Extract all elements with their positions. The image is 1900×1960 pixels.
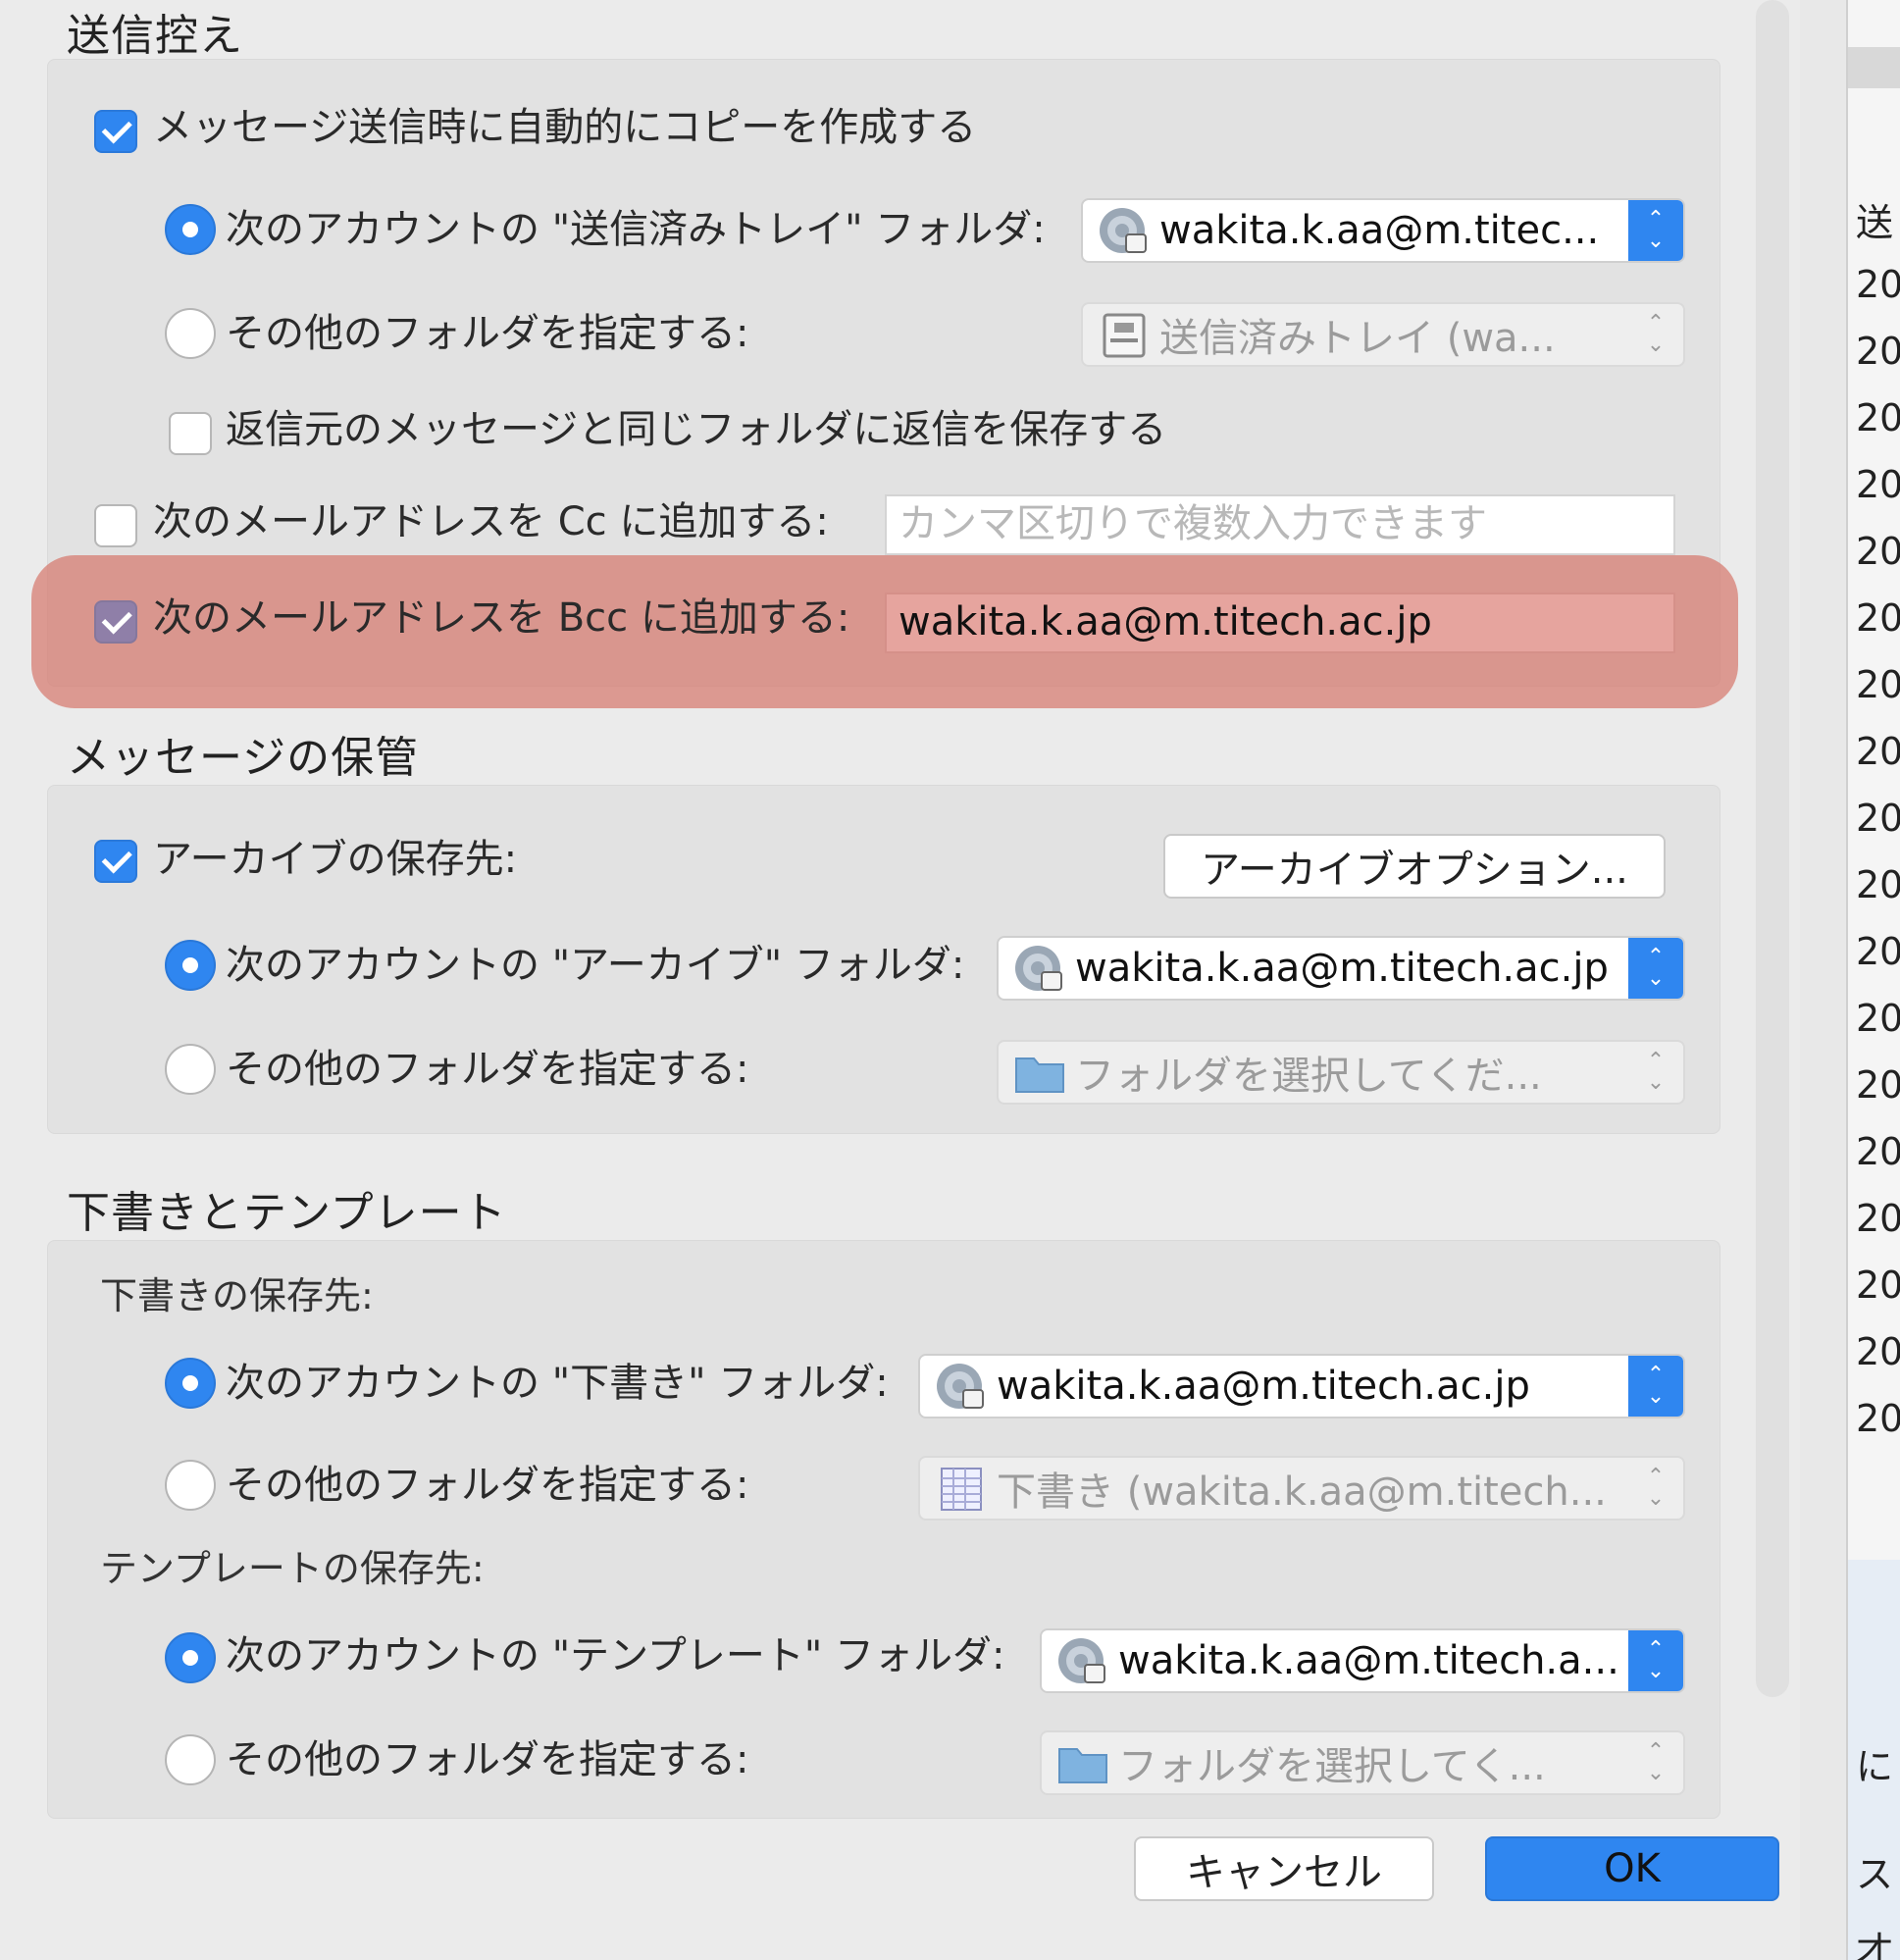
account-archive-popup[interactable]: wakita.k.aa@m.titech.ac.jp ⌃ ⌄ (997, 936, 1685, 1001)
other-archive-folder-value: フォルダを選択してくだ... (1075, 1054, 1542, 1099)
message-list-row[interactable]: 20 (1856, 263, 1900, 306)
account-templates-popup[interactable]: wakita.k.aa@m.titech.a... ⌃ ⌄ (1040, 1628, 1685, 1693)
account-archive-radio[interactable] (165, 940, 216, 991)
message-list-row[interactable]: 20 (1856, 596, 1900, 640)
account-templates-radio[interactable] (165, 1632, 216, 1683)
cc-address-field[interactable]: カンマ区切りで複数入力できます (885, 494, 1675, 555)
other-drafts-folder-label: その他のフォルダを指定する: (226, 1463, 749, 1508)
section-title-sent-copies: 送信控え (67, 11, 243, 61)
sent-tray-icon (1103, 313, 1146, 358)
account-archive-value: wakita.k.aa@m.titech.ac.jp (1075, 946, 1609, 991)
other-sent-folder-value: 送信済みトレイ (wa... (1159, 316, 1556, 361)
chevron-updown-icon: ⌃ ⌄ (1628, 1630, 1683, 1691)
chevron-updown-icon: ⌃ ⌄ (1628, 200, 1683, 261)
account-server-icon (1015, 946, 1062, 991)
archive-label: アーカイブの保存先: (153, 837, 518, 882)
message-list-row[interactable]: 20 (1856, 396, 1900, 439)
account-drafts-value: wakita.k.aa@m.titech.ac.jp (997, 1364, 1530, 1409)
other-templates-folder-value: フォルダを選択してく... (1118, 1744, 1546, 1789)
chevron-updown-icon: ⌃ ⌄ (1646, 1739, 1666, 1785)
section-title-archive: メッセージの保管 (67, 733, 420, 783)
other-archive-folder-label: その他のフォルダを指定する: (226, 1047, 749, 1092)
cc-checkbox[interactable] (94, 504, 137, 547)
message-list-row[interactable]: 20 (1856, 663, 1900, 706)
message-list-row[interactable]: 20 (1856, 463, 1900, 506)
other-sent-folder-popup[interactable]: 送信済みトレイ (wa... ⌃ ⌄ (1081, 302, 1685, 367)
preferences-sheet: 送信控え メッセージ送信時に自動的にコピーを作成する 次のアカウントの "送信済… (0, 0, 1800, 1960)
auto-copy-label: メッセージ送信時に自動的にコピーを作成する (153, 105, 977, 150)
other-drafts-folder-value: 下書き (wakita.k.aa@m.titech... (997, 1470, 1607, 1515)
account-server-icon (1058, 1638, 1105, 1683)
bcc-label: 次のメールアドレスを Bcc に追加する: (153, 595, 850, 641)
other-drafts-folder-radio[interactable] (165, 1460, 216, 1511)
other-sent-folder-radio[interactable] (165, 308, 216, 359)
section-title-drafts-templates: 下書きとテンプレート (67, 1188, 507, 1238)
bcc-checkbox[interactable] (94, 600, 137, 644)
ok-button[interactable]: OK (1485, 1836, 1779, 1901)
message-list-row[interactable]: 20 (1856, 1197, 1900, 1240)
message-list-row[interactable]: 20 (1856, 530, 1900, 573)
other-templates-folder-radio[interactable] (165, 1734, 216, 1785)
toolbar-strip (1848, 47, 1900, 88)
reply-same-folder-label: 返信元のメッセージと同じフォルダに返信を保存する (226, 407, 1167, 452)
message-list-row[interactable]: 20 (1856, 863, 1900, 906)
message-list-row[interactable]: 20 (1856, 997, 1900, 1040)
account-drafts-radio[interactable] (165, 1358, 216, 1409)
other-sent-folder-label: その他のフォルダを指定する: (226, 311, 749, 356)
preview-text-fragment: に (1856, 1745, 1894, 1788)
chevron-updown-icon: ⌃ ⌄ (1628, 1356, 1683, 1417)
chevron-updown-icon: ⌃ ⌄ (1646, 1465, 1666, 1511)
message-list-row[interactable]: 20 (1856, 1130, 1900, 1173)
other-archive-folder-radio[interactable] (165, 1044, 216, 1095)
background-mail-window: 送 20 20 20 20 20 20 20 20 20 20 20 20 20 20 20 20 20 20 に… (1846, 0, 1900, 1960)
cancel-button[interactable]: キャンセル (1134, 1836, 1434, 1901)
account-sent-label: 次のアカウントの "送信済みトレイ" フォルダ: (226, 207, 1046, 252)
archive-options-button[interactable]: アーカイブオプション... (1163, 834, 1666, 899)
reply-same-folder-checkbox[interactable] (169, 412, 212, 455)
other-archive-folder-popup[interactable]: フォルダを選択してくだ... ⌃ ⌄ (997, 1040, 1685, 1105)
chevron-updown-icon: ⌃ ⌄ (1646, 311, 1666, 357)
account-server-icon (937, 1364, 984, 1409)
account-server-icon (1100, 208, 1147, 253)
message-list-row[interactable]: 20 (1856, 1063, 1900, 1107)
account-sent-value: wakita.k.aa@m.titec... (1159, 208, 1600, 253)
account-templates-value: wakita.k.aa@m.titech.a... (1118, 1638, 1619, 1683)
other-templates-folder-label: その他のフォルダを指定する: (226, 1737, 749, 1782)
vertical-scrollbar[interactable] (1756, 0, 1789, 1697)
bcc-address-field[interactable]: wakita.k.aa@m.titech.ac.jp (885, 593, 1675, 653)
drafts-location-label: 下書きの保存先: (100, 1274, 374, 1317)
account-drafts-label: 次のアカウントの "下書き" フォルダ: (226, 1361, 889, 1406)
message-list-row[interactable]: 20 (1856, 730, 1900, 773)
other-templates-folder-popup[interactable]: フォルダを選択してく... ⌃ ⌄ (1040, 1730, 1685, 1795)
chevron-updown-icon: ⌃ ⌄ (1646, 1049, 1666, 1095)
account-drafts-popup[interactable]: wakita.k.aa@m.titech.ac.jp ⌃ ⌄ (918, 1354, 1685, 1418)
account-sent-radio[interactable] (165, 204, 216, 255)
auto-copy-checkbox[interactable] (94, 110, 137, 153)
drafts-icon (941, 1468, 982, 1511)
account-templates-label: 次のアカウントの "テンプレート" フォルダ: (226, 1633, 1005, 1678)
message-list-row[interactable]: 20 (1856, 1264, 1900, 1307)
message-list-row[interactable]: 20 (1856, 1397, 1900, 1440)
folder-icon (1015, 1057, 1064, 1093)
account-archive-label: 次のアカウントの "アーカイブ" フォルダ: (226, 943, 965, 988)
other-drafts-folder-popup[interactable]: 下書き (wakita.k.aa@m.titech... ⌃ ⌄ (918, 1456, 1685, 1521)
chevron-updown-icon: ⌃ ⌄ (1628, 938, 1683, 999)
folder-icon (1058, 1748, 1107, 1783)
message-list-row[interactable]: 20 (1856, 330, 1900, 373)
archive-checkbox[interactable] (94, 840, 137, 883)
templates-location-label: テンプレートの保存先: (100, 1547, 485, 1590)
cc-label: 次のメールアドレスを Cc に追加する: (153, 499, 829, 544)
preview-text-fragment: 才 (1856, 1930, 1894, 1960)
account-sent-popup[interactable]: wakita.k.aa@m.titec... ⌃ ⌄ (1081, 198, 1685, 263)
message-list-row[interactable]: 20 (1856, 797, 1900, 840)
column-header: 送 (1856, 201, 1894, 244)
message-list-row[interactable]: 20 (1856, 1330, 1900, 1373)
preview-text-fragment: ス (1856, 1853, 1894, 1896)
message-list-row[interactable]: 20 (1856, 930, 1900, 973)
